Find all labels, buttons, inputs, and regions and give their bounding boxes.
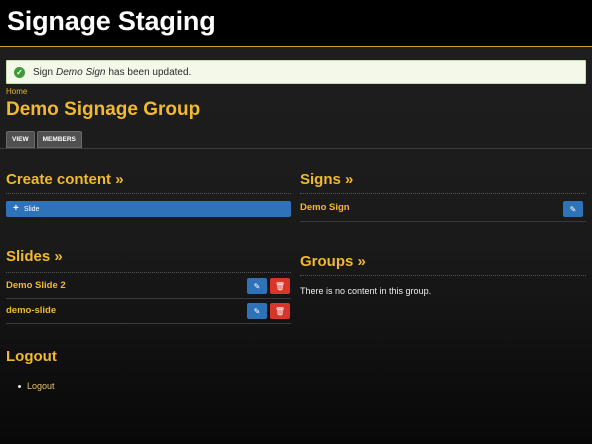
site-title[interactable]: Signage Staging: [7, 6, 216, 37]
add-slide-label: Slide: [23, 205, 40, 213]
add-slide-button[interactable]: + Slide: [6, 201, 291, 217]
message-suffix: has been updated.: [108, 66, 192, 78]
delete-slide-button[interactable]: 🗑: [270, 303, 290, 319]
tab-view[interactable]: VIEW: [6, 131, 35, 148]
page-title: Demo Signage Group: [6, 99, 201, 120]
tab-members[interactable]: MEMBERS: [36, 131, 82, 148]
row-divider: [6, 298, 291, 299]
plus-icon: +: [13, 203, 19, 214]
edit-slide-button[interactable]: ✎: [247, 278, 267, 294]
pencil-icon: ✎: [253, 306, 261, 316]
status-message: ✓ Sign Demo Sign has been updated.: [6, 60, 586, 84]
slides-title[interactable]: Slides »: [6, 248, 63, 265]
row-divider: [300, 221, 586, 222]
check-icon: ✓: [14, 66, 25, 78]
edit-slide-button[interactable]: ✎: [247, 303, 267, 319]
message-prefix: Sign: [33, 66, 54, 78]
breadcrumb-home[interactable]: Home: [6, 87, 27, 96]
divider: [300, 193, 586, 194]
edit-sign-button[interactable]: ✎: [563, 201, 583, 217]
slide-link[interactable]: Demo Slide 2: [6, 280, 66, 291]
delete-slide-button[interactable]: 🗑: [270, 278, 290, 294]
trash-icon: 🗑: [274, 306, 286, 316]
site-header: Signage Staging: [0, 0, 592, 47]
pencil-icon: ✎: [569, 204, 577, 214]
divider: [300, 275, 586, 276]
logout-list-item: Logout: [18, 381, 55, 391]
groups-title[interactable]: Groups »: [300, 253, 366, 270]
divider: [6, 193, 291, 194]
tabs-divider: [0, 148, 592, 149]
groups-empty-text: There is no content in this group.: [300, 286, 432, 296]
pencil-icon: ✎: [253, 281, 261, 291]
divider: [6, 272, 291, 273]
message-item: Demo Sign: [56, 66, 106, 78]
tabs: VIEW MEMBERS: [6, 131, 82, 148]
logout-link[interactable]: Logout: [27, 381, 55, 391]
sign-link[interactable]: Demo Sign: [300, 202, 350, 213]
row-divider: [6, 323, 291, 324]
logout-title: Logout: [6, 348, 57, 365]
slide-link[interactable]: demo-slide: [6, 305, 56, 316]
create-content-title: Create content »: [6, 171, 124, 188]
trash-icon: 🗑: [274, 281, 286, 291]
signs-title[interactable]: Signs »: [300, 171, 353, 188]
bullet: [18, 384, 21, 388]
